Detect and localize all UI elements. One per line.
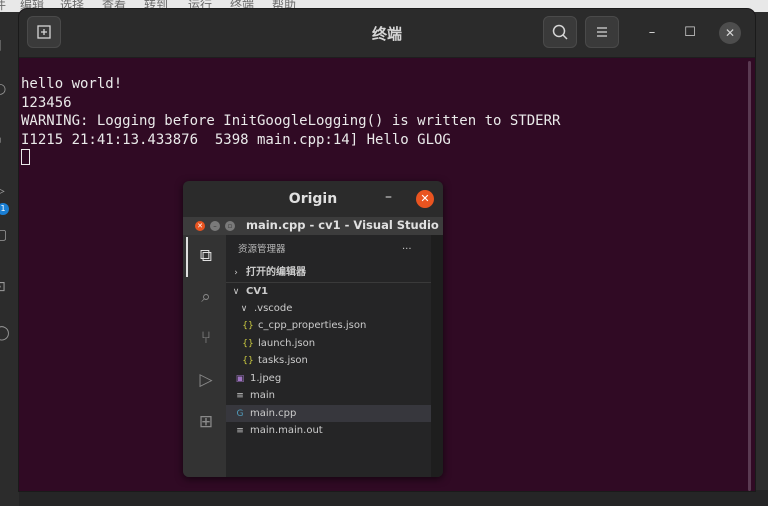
origin-window: Origin – ✕ ✕ – ▫ main.cpp - cv1 - Visual… [183, 181, 443, 477]
explorer-title: 资源管理器 [238, 244, 286, 255]
vscode-titlebar: ✕ – ▫ main.cpp - cv1 - Visual Studio Cod… [183, 217, 443, 235]
editor-area [431, 235, 443, 477]
search-icon [552, 24, 568, 40]
terminal-cursor [21, 149, 30, 165]
text-file-icon: ≡ [236, 426, 244, 436]
chevron-right-icon: › [234, 268, 238, 278]
json-file-icon: {} [242, 339, 254, 349]
image-file-icon: ▣ [235, 374, 245, 384]
minimize-button[interactable]: – [643, 24, 661, 42]
files-icon[interactable]: ▯ [0, 38, 8, 52]
maximize-icon[interactable]: ▫ [225, 221, 235, 231]
terminal-line: I1215 21:41:13.433876 5398 main.cpp:14] … [21, 131, 451, 148]
close-icon[interactable]: ✕ [195, 221, 205, 231]
terminal-output[interactable]: hello world! 123456 WARNING: Logging befor… [21, 75, 749, 168]
folder-section[interactable]: ∨ CV1 [226, 282, 431, 300]
bg-menu-item[interactable]: 件 [0, 0, 6, 12]
hamburger-menu-icon [597, 27, 607, 37]
chevron-down-icon: ∨ [240, 304, 248, 314]
cpp-file-icon: G [236, 409, 244, 419]
json-file-icon: {} [242, 356, 254, 366]
tree-item[interactable]: {} tasks.json [226, 352, 431, 369]
extensions-icon[interactable]: ⊞ [195, 411, 217, 433]
vscode-title: main.cpp - cv1 - Visual Studio Code [246, 218, 443, 232]
origin-close-button[interactable]: ✕ [416, 190, 434, 208]
origin-title: Origin [288, 191, 338, 207]
vscode-activity-bar [183, 235, 226, 477]
terminal-scrollbar[interactable] [748, 61, 751, 491]
terminal-line: 123456 [21, 94, 72, 111]
chevron-down-icon: ∨ [232, 287, 240, 297]
active-indicator [186, 237, 188, 277]
search-icon[interactable]: ○ [0, 82, 8, 96]
notification-badge: 1 [0, 203, 9, 215]
explorer-sidebar: 资源管理器 ··· › 打开的编辑器 ∨ CV1 ∨ .vscode {} c_cpp_… [226, 235, 431, 477]
maximize-button[interactable]: ☐ [681, 24, 699, 42]
run-icon[interactable]: ▷ [0, 184, 8, 198]
json-file-icon: {} [242, 321, 254, 331]
remote-icon[interactable]: ⊡ [0, 280, 8, 294]
tree-item[interactable]: ▣ 1.jpeg [226, 370, 431, 387]
minimize-icon[interactable]: – [210, 221, 220, 231]
text-file-icon: ≡ [236, 391, 244, 401]
menu-button[interactable] [585, 16, 619, 48]
background-panel [19, 490, 768, 506]
tree-item[interactable]: ≡ main [226, 387, 431, 404]
tree-item[interactable]: ≡ main.main.out [226, 422, 431, 439]
origin-minimize-button[interactable]: – [385, 189, 392, 205]
explorer-more-button[interactable]: ··· [402, 241, 412, 258]
open-editors-section[interactable]: › 打开的编辑器 [226, 264, 431, 281]
tree-item[interactable]: ∨ .vscode [226, 300, 431, 317]
terminal-line: hello world! [21, 76, 123, 92]
tree-item[interactable]: {} launch.json [226, 335, 431, 352]
run-debug-icon[interactable]: ▷ [195, 369, 217, 391]
tree-item[interactable]: {} c_cpp_properties.json [226, 317, 431, 334]
terminal-line: WARNING: Logging before InitGoogleLoggin… [21, 113, 561, 129]
terminal-header: 终端 – ☐ ✕ [19, 9, 755, 58]
background-activity-bar: ▯ ○ ⑂ ▷ 1 ▢ ⊡ ◯ [0, 12, 19, 506]
search-icon[interactable]: ⌕ [195, 286, 217, 308]
account-icon[interactable]: ◯ [0, 326, 10, 340]
search-button[interactable] [543, 16, 577, 48]
tree-item-selected[interactable]: Gmain.cpp [226, 405, 431, 422]
source-control-icon[interactable]: ⑂ [195, 327, 217, 349]
explorer-icon[interactable]: ⧉ [195, 245, 217, 267]
source-control-icon[interactable]: ⑂ [0, 136, 8, 150]
extensions-icon[interactable]: ▢ [0, 228, 8, 242]
close-button[interactable]: ✕ [719, 22, 741, 44]
